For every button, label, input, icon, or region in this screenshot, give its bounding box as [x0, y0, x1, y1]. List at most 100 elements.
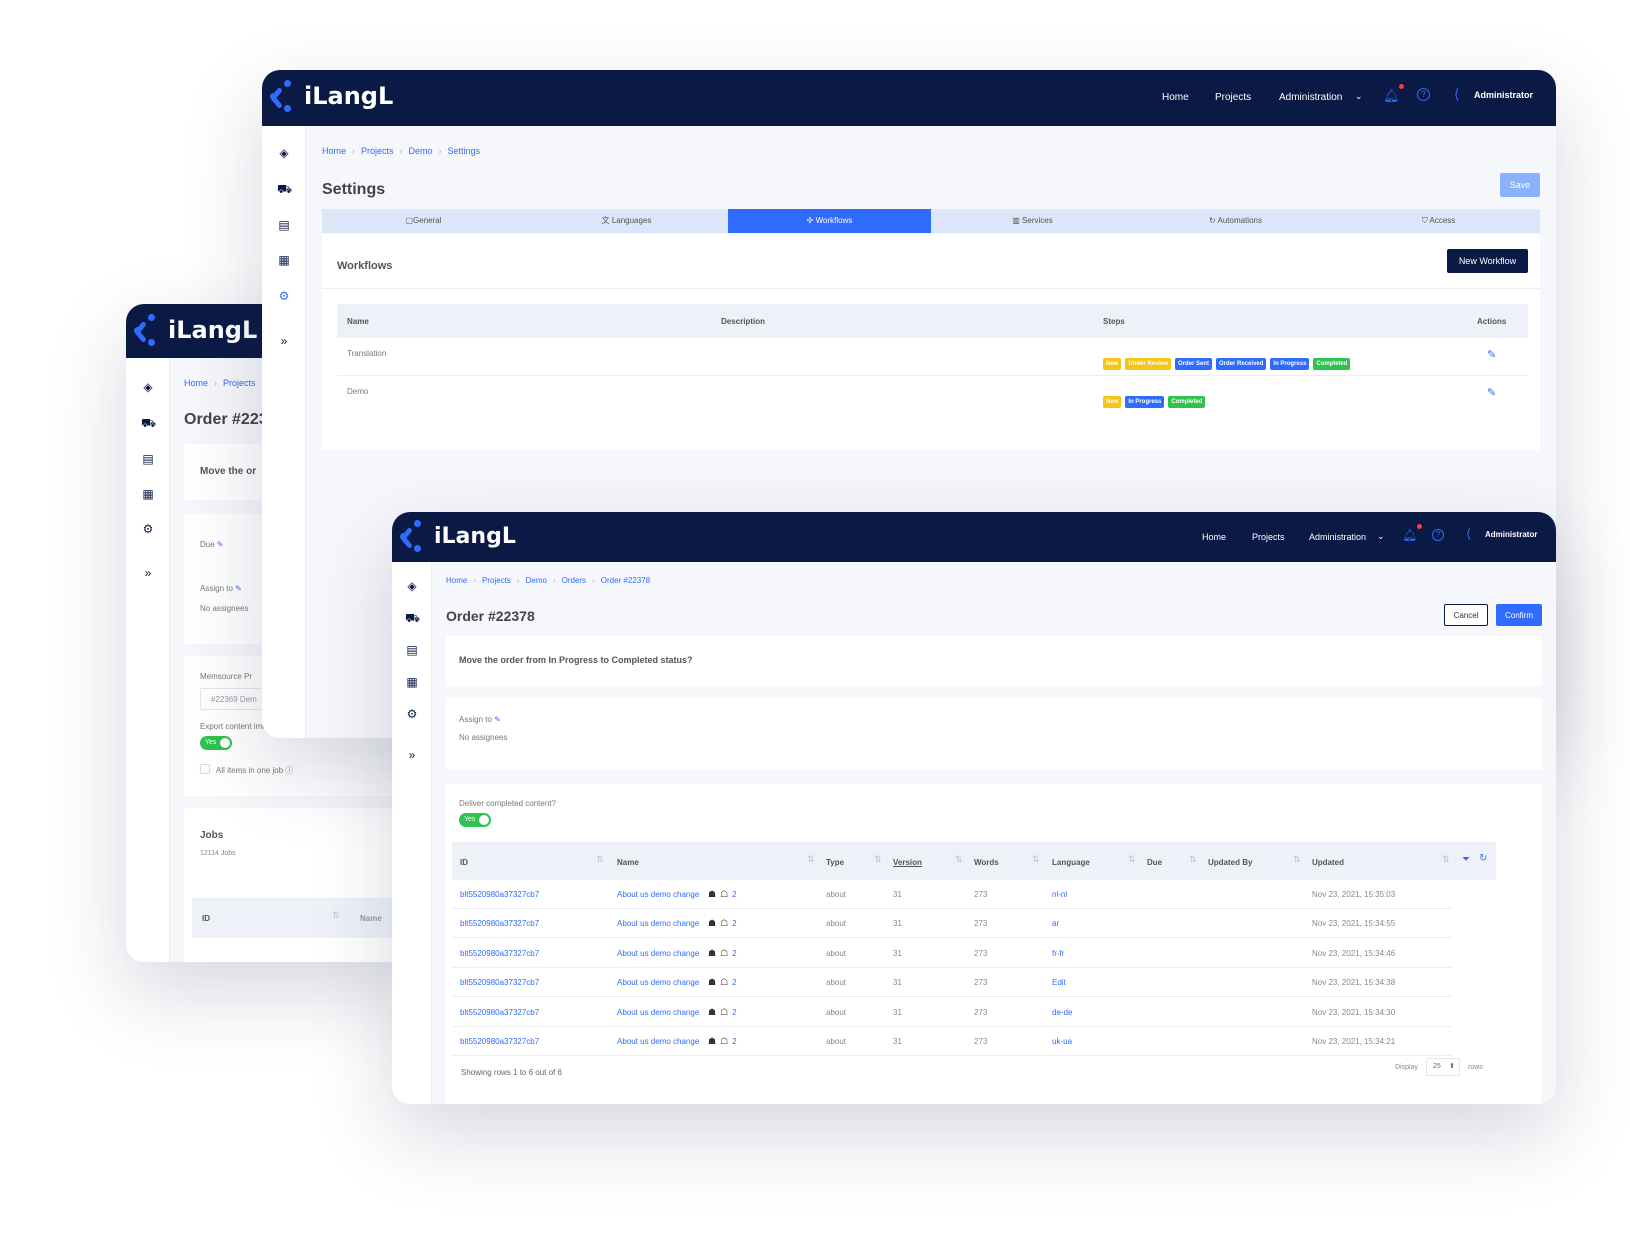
cart-icon[interactable]: ⛟ — [141, 416, 156, 430]
layers-icon[interactable]: ◈ — [141, 380, 155, 394]
col-language[interactable]: Language — [1052, 858, 1090, 867]
nav-administration[interactable]: Administration — [1309, 532, 1366, 542]
breadcrumb-demo[interactable]: Demo — [409, 146, 433, 156]
bell-icon[interactable]: 🔔︎ — [1402, 528, 1417, 542]
breadcrumb-home[interactable]: Home — [446, 576, 467, 585]
cell-language[interactable]: ar — [1052, 919, 1059, 928]
breadcrumb-projects[interactable]: Projects — [361, 146, 394, 156]
breadcrumb-home[interactable]: Home — [184, 378, 208, 388]
page-size-select[interactable]: 25 ⬍ — [1426, 1058, 1460, 1076]
item-count[interactable]: 2 — [732, 949, 736, 958]
breadcrumb-order[interactable]: Order #22378 — [601, 576, 650, 585]
help-icon[interactable]: ? — [1432, 529, 1444, 541]
sort-icon[interactable]: ⇅ — [955, 854, 963, 865]
expand-icon[interactable]: » — [405, 748, 419, 762]
deliver-toggle[interactable]: Yes — [459, 813, 491, 827]
cancel-button[interactable]: Cancel — [1444, 604, 1488, 626]
cell-name[interactable]: About us demo change — [617, 978, 699, 987]
item-count[interactable]: 2 — [732, 978, 736, 987]
file-icon[interactable]: ▤ — [141, 452, 155, 466]
chevron-down-icon[interactable]: ⌄ — [1377, 531, 1385, 542]
all-items-checkbox[interactable] — [200, 764, 210, 774]
layers-icon[interactable]: ◈ — [405, 579, 419, 593]
cell-language[interactable]: de-de — [1052, 1008, 1072, 1017]
expand-icon[interactable]: » — [277, 334, 291, 348]
sort-icon[interactable]: ⇅ — [1442, 854, 1450, 865]
cell-language[interactable]: uk-ua — [1052, 1037, 1072, 1046]
breadcrumb-settings[interactable]: Settings — [448, 146, 481, 156]
jobs-col-name[interactable]: Name — [360, 914, 382, 923]
breadcrumb-projects[interactable]: Projects — [223, 378, 256, 388]
col-type[interactable]: Type — [826, 858, 844, 867]
expand-icon[interactable]: » — [141, 566, 155, 580]
settings-logo[interactable]: iLangL — [270, 80, 393, 112]
cell-language[interactable]: fr-fr — [1052, 949, 1064, 958]
tab-access[interactable]: ⛉ Access — [1337, 209, 1540, 233]
gear-icon[interactable]: ⚙ — [277, 289, 291, 303]
refresh-icon[interactable]: ↻ — [1479, 853, 1487, 864]
cart-icon[interactable]: ⛟ — [277, 182, 292, 196]
new-workflow-button[interactable]: New Workflow — [1447, 249, 1528, 273]
cell-language[interactable]: nl-nl — [1052, 890, 1067, 899]
tab-workflows[interactable]: ✣ Workflows — [728, 209, 931, 233]
user-avatar-icon[interactable]: ⟨ — [1454, 86, 1459, 103]
tab-languages[interactable]: 文 Languages — [525, 209, 728, 233]
filter-icon[interactable]: ⏷ — [1462, 854, 1470, 865]
breadcrumb-home[interactable]: Home — [322, 146, 346, 156]
gear-icon[interactable]: ⚙ — [141, 522, 155, 536]
breadcrumb-orders[interactable]: Orders — [562, 576, 586, 585]
file-icon[interactable]: ▤ — [405, 643, 419, 657]
sort-icon[interactable]: ⇅ — [807, 854, 815, 865]
cell-id[interactable]: blt5520980a37327cb7 — [460, 949, 539, 958]
nav-administration[interactable]: Administration — [1279, 92, 1342, 103]
tab-general[interactable]: ▢General — [322, 209, 525, 233]
cell-language[interactable]: Edit — [1052, 978, 1066, 987]
chevron-down-icon[interactable]: ⌄ — [1355, 91, 1363, 102]
tab-automations[interactable]: ↻ Automations — [1134, 209, 1337, 233]
cell-name[interactable]: About us demo change — [617, 1037, 699, 1046]
tab-services[interactable]: ▥ Services — [931, 209, 1134, 233]
save-button[interactable]: Save — [1500, 173, 1540, 197]
sort-icon[interactable]: ⇅ — [1128, 854, 1136, 865]
sort-icon[interactable]: ⇅ — [1032, 854, 1040, 865]
file-icon[interactable]: ▤ — [277, 218, 291, 232]
documents-icon[interactable]: ▦ — [405, 675, 419, 689]
breadcrumb-demo[interactable]: Demo — [526, 576, 547, 585]
export-toggle[interactable]: Yes — [200, 736, 232, 750]
cart-icon[interactable]: ⛟ — [405, 611, 420, 625]
layers-icon[interactable]: ◈ — [277, 146, 291, 160]
sort-icon[interactable]: ⇅ — [874, 854, 882, 865]
sort-icon[interactable]: ⇅ — [1293, 854, 1301, 865]
documents-icon[interactable]: ▦ — [277, 253, 291, 267]
nav-projects[interactable]: Projects — [1252, 532, 1285, 542]
cell-id[interactable]: blt5520980a37327cb7 — [460, 890, 539, 899]
col-words[interactable]: Words — [974, 858, 999, 867]
col-version[interactable]: Version — [893, 858, 922, 867]
nav-home[interactable]: Home — [1162, 92, 1189, 103]
col-description[interactable]: Description — [721, 317, 765, 326]
cell-name[interactable]: About us demo change — [617, 1008, 699, 1017]
item-count[interactable]: 2 — [732, 890, 736, 899]
col-updated[interactable]: Updated — [1312, 858, 1344, 867]
item-count[interactable]: 2 — [732, 1008, 736, 1017]
item-count[interactable]: 2 — [732, 1037, 736, 1046]
back-logo[interactable]: iLangL — [134, 314, 257, 346]
col-name[interactable]: Name — [617, 858, 639, 867]
nav-user[interactable]: Administrator — [1474, 90, 1533, 100]
confirm-button[interactable]: Confirm — [1496, 604, 1542, 626]
edit-icon[interactable]: ✎ — [1487, 348, 1496, 361]
documents-icon[interactable]: ▦ — [141, 487, 155, 501]
sort-icon[interactable]: ⇅ — [596, 854, 604, 865]
gear-icon[interactable]: ⚙ — [405, 707, 419, 721]
cell-name[interactable]: About us demo change — [617, 919, 699, 928]
assign-edit-icon[interactable]: ✎ — [235, 584, 242, 593]
order-logo[interactable]: iLangL — [400, 520, 516, 552]
nav-home[interactable]: Home — [1202, 532, 1226, 542]
sort-icon[interactable]: ⇅ — [332, 910, 340, 921]
user-avatar-icon[interactable]: ⟨ — [1466, 526, 1471, 542]
cell-name[interactable]: About us demo change — [617, 890, 699, 899]
col-name[interactable]: Name — [347, 317, 369, 326]
cell-name[interactable]: About us demo change — [617, 949, 699, 958]
jobs-col-id[interactable]: ID — [202, 914, 210, 923]
sort-icon[interactable]: ⇅ — [1189, 854, 1197, 865]
